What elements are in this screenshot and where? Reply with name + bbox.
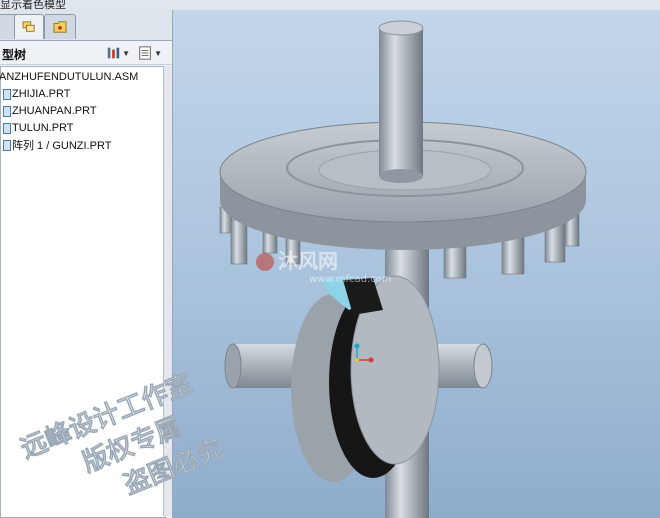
layers-icon <box>22 21 35 32</box>
navigator-tabs <box>0 10 172 41</box>
tree-item-label: 阵列 1 / GUNZI.PRT <box>12 140 112 152</box>
chevron-down-icon: ▼ <box>122 48 130 58</box>
tree-item-label: TULUN.PRT <box>12 122 74 134</box>
tree-item-assembly[interactable]: ANZHUFENDUTULUN.ASM <box>0 69 138 85</box>
site-watermark: 沐风网 www.mfcad.com <box>256 249 392 285</box>
part-icon <box>3 88 11 100</box>
model-tree: ANZHUFENDUTULUN.ASM ZHIJIA.PRT ZHUANPAN.… <box>0 66 166 518</box>
title-bar: 显示着色模型 <box>0 0 660 10</box>
tab-layers[interactable] <box>14 14 44 39</box>
tree-item-zhuanpan[interactable]: ZHUANPAN.PRT <box>3 103 97 119</box>
tree-settings-button[interactable]: ▼ <box>106 44 130 62</box>
main-shaft <box>378 20 424 183</box>
favorites-folder-icon <box>53 21 67 33</box>
tree-item-pattern[interactable]: 阵列 1 / GUNZI.PRT <box>3 137 111 153</box>
tree-item-tulun[interactable]: TULUN.PRT <box>3 120 74 136</box>
graphics-window[interactable]: 沐风网 www.mfcad.com <box>173 10 660 518</box>
tree-scrollbar[interactable] <box>163 66 172 516</box>
tree-show-button[interactable]: ▼ <box>138 44 162 62</box>
model-tree-icon <box>0 21 14 33</box>
watermark-site-url: www.mfcad.com <box>309 274 392 285</box>
tree-item-zhijia[interactable]: ZHIJIA.PRT <box>3 86 70 102</box>
chevron-down-icon: ▼ <box>154 48 162 58</box>
cam-wheel <box>291 275 440 482</box>
window-caption: 显示着色模型 <box>0 0 66 10</box>
tab-favorites[interactable] <box>44 14 76 39</box>
watermark-site-name: 沐风网 <box>278 249 338 273</box>
part-icon <box>3 105 11 117</box>
tree-item-label: ZHIJIA.PRT <box>12 88 71 100</box>
navigator-toolbar: 型树 ▼ ▼ <box>0 42 172 65</box>
model-tree-title: 型树 <box>2 48 27 62</box>
pattern-icon <box>3 139 11 151</box>
model-render: 沐风网 www.mfcad.com <box>219 20 587 518</box>
part-icon <box>3 122 11 134</box>
tree-item-label: ZHUANPAN.PRT <box>12 105 97 117</box>
tree-settings-icon <box>107 47 120 59</box>
navigator-panel: 型树 ▼ ▼ ANZHUFENDUTULUN.ASM ZHIJIA.PRT ZH… <box>0 10 173 518</box>
tree-show-icon <box>139 46 151 60</box>
tree-item-label: ANZHUFENDUTULUN.ASM <box>0 71 139 83</box>
